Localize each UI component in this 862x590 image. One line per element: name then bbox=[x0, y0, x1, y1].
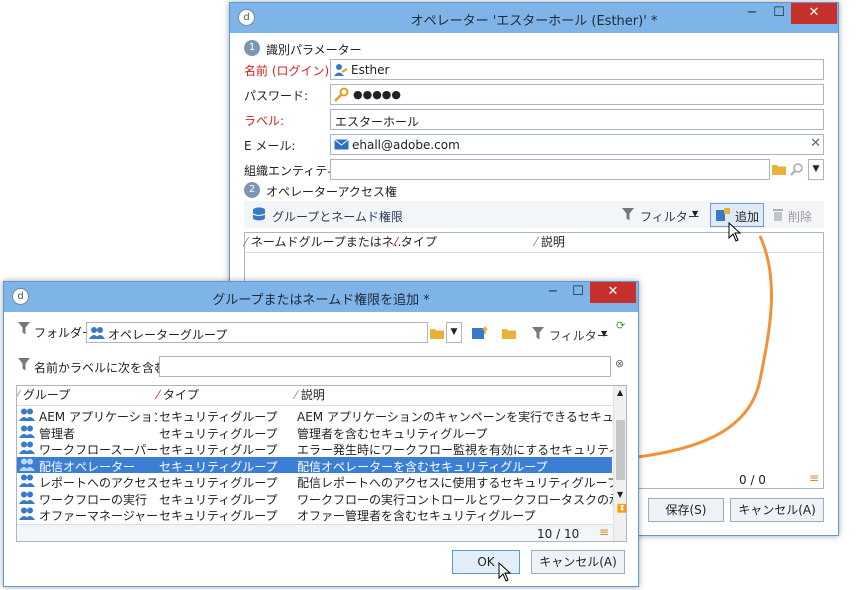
list-item-type: セキュリティグループ bbox=[159, 426, 278, 441]
list-item-type: セキュリティグループ bbox=[159, 492, 278, 507]
list-footer: 10 / 10 ≡ bbox=[17, 524, 613, 541]
folder-filter-icon bbox=[18, 322, 30, 335]
list-item-type: セキュリティグループ bbox=[159, 459, 278, 474]
operator-group-icon bbox=[89, 327, 105, 339]
list-item-description: 配信レポートへのアクセスに使用するセキュリティグループ (Web アク bbox=[297, 476, 613, 490]
list-item-description: 管理者を含むセキュリティグループ bbox=[297, 426, 488, 441]
scroll-thumb[interactable] bbox=[616, 420, 625, 480]
dialog-filter-dropdown-icon[interactable]: ▼ bbox=[601, 329, 607, 338]
group-icon bbox=[19, 408, 35, 421]
scroll-down-icon[interactable]: ▼ bbox=[617, 490, 623, 499]
list-item-description: 配信オペレーターを含むセキュリティグループ bbox=[297, 459, 548, 474]
scroll-up-icon[interactable]: ▲ bbox=[617, 388, 623, 397]
list-header-type[interactable]: ⁄ タイプ bbox=[157, 386, 295, 406]
scroll-end-icon[interactable]: ⏬ bbox=[617, 504, 626, 513]
list-item[interactable]: 管理者 セキュリティグループ 管理者を含むセキュリティグループ bbox=[17, 424, 612, 441]
refresh-icon[interactable]: ⟳ bbox=[616, 319, 625, 332]
list-item[interactable]: オファーマネージャー セキュリティグループ オファー管理者を含むセキュリティグループ bbox=[17, 506, 612, 523]
folder-field[interactable]: オペレーターグループ bbox=[86, 322, 428, 343]
mouse-cursor-icon bbox=[728, 222, 742, 242]
list-item-group: 管理者 bbox=[39, 426, 76, 441]
folder-dropdown-button[interactable]: ▼ bbox=[446, 322, 462, 343]
add-group-dialog: d グループまたはネームド権限を追加 * − ☐ ✕ フォルダー: オペレーター… bbox=[3, 281, 639, 587]
mouse-cursor-ok-icon bbox=[498, 562, 512, 582]
list-item-description: エラー発生時にワークフロー監視を有効にするセキュリティグループ bbox=[297, 443, 613, 457]
group-icon bbox=[19, 474, 35, 487]
name-filter-icon bbox=[18, 358, 30, 371]
list-item-group: ワークフロースーパーバ... bbox=[39, 443, 157, 457]
dialog-filter-menu[interactable]: フィルター bbox=[549, 327, 609, 344]
list-item-group: レポートへのアクセス bbox=[39, 476, 157, 490]
list-item-group: 配信オペレーター bbox=[39, 459, 136, 474]
dialog-minimize-button[interactable]: − bbox=[540, 282, 566, 303]
group-icon bbox=[19, 458, 35, 471]
list-item[interactable]: ワークフローの実行 セキュリティグループ ワークフローの実行コントロールとワークフロ… bbox=[17, 490, 613, 507]
list-item-type: セキュリティグループ bbox=[159, 410, 278, 424]
folder-up-icon[interactable] bbox=[472, 326, 488, 340]
dialog-maximize-button[interactable]: ☐ bbox=[566, 282, 590, 303]
group-list-grid: ⁄ グループ ⁄ タイプ ⁄ 説明 AEM アプリケーションの...セキュリティ… bbox=[16, 385, 627, 542]
list-columns-icon[interactable]: ≡ bbox=[599, 525, 609, 539]
list-item-group: AEM アプリケーションの... bbox=[39, 410, 157, 424]
add-dialog-titlebar: d グループまたはネームド権限を追加 * − ☐ ✕ bbox=[4, 282, 638, 312]
group-icon bbox=[19, 441, 35, 454]
group-icon bbox=[19, 491, 35, 504]
list-item-description: ワークフローの実行コントロールとワークフロータスクの承認を有効... bbox=[297, 492, 613, 507]
list-item-group: ワークフローの実行 bbox=[39, 492, 148, 507]
list-item-type: セキュリティグループ bbox=[159, 476, 278, 490]
dialog-filter-icon bbox=[532, 327, 544, 340]
dialog-cancel-button[interactable]: キャンセル(A) bbox=[531, 550, 625, 574]
dialog-close-button[interactable]: ✕ bbox=[590, 282, 636, 303]
list-header-filler bbox=[433, 386, 614, 406]
list-header-description[interactable]: ⁄ 説明 bbox=[295, 386, 433, 406]
name-filter-label: 名前かラベルに次を含む: bbox=[34, 361, 171, 375]
list-header-group[interactable]: ⁄ グループ bbox=[17, 386, 157, 406]
list-item[interactable]: AEM アプリケーションの...セキュリティグループ AEM アプリケーションのキ… bbox=[17, 407, 613, 424]
folder-value: オペレーターグループ bbox=[108, 328, 228, 342]
clear-filter-icon[interactable]: ⊗ bbox=[615, 357, 624, 370]
list-item[interactable]: レポートへのアクセス セキュリティグループ 配信レポートへのアクセスに使用するセキュ… bbox=[17, 473, 613, 490]
folder-browse-icon[interactable] bbox=[430, 327, 444, 339]
group-icon bbox=[19, 425, 35, 438]
list-item-type: セキュリティグループ bbox=[159, 509, 278, 523]
list-item[interactable]: ワークフロースーパーバ...セキュリティグループ エラー発生時にワークフロー監視を… bbox=[17, 440, 613, 457]
open-folder-icon[interactable] bbox=[502, 327, 516, 339]
list-item-group: オファーマネージャー bbox=[39, 509, 157, 523]
list-item-description: オファー管理者を含むセキュリティグループ bbox=[297, 509, 536, 523]
list-item-type: セキュリティグループ bbox=[159, 443, 278, 457]
list-item-description: AEM アプリケーションのキャンペーンを実行できるセキュリティグル... bbox=[297, 410, 613, 424]
name-filter-input[interactable] bbox=[159, 356, 611, 377]
list-scrollbar[interactable]: ▲ ▼ ⏬ bbox=[613, 386, 626, 541]
group-icon bbox=[19, 507, 35, 520]
list-count: 10 / 10 bbox=[537, 527, 580, 541]
list-item[interactable]: 配信オペレーター セキュリティグループ 配信オペレーターを含むセキュリティグループ bbox=[17, 456, 612, 474]
